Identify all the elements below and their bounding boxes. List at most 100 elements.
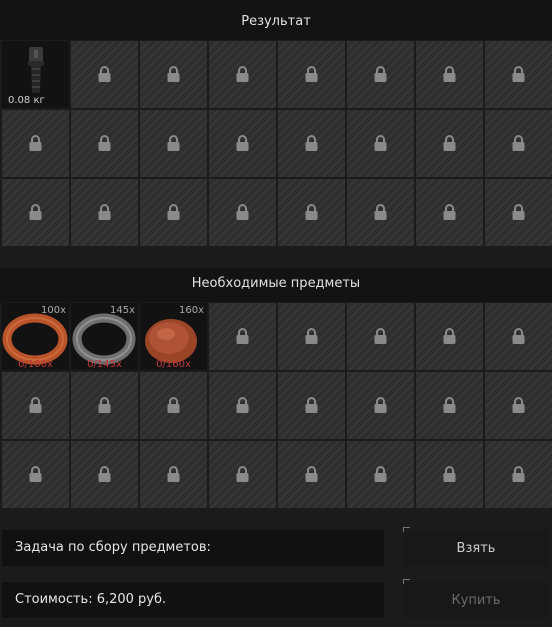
- locked-slot: [347, 441, 414, 508]
- result-header: Результат: [0, 0, 552, 40]
- required-item-slot-3[interactable]: 160x 0/160x: [140, 303, 207, 370]
- required-items-header: Необходимые предметы: [0, 268, 552, 302]
- lock-icon: [29, 204, 42, 220]
- lock-icon: [236, 135, 249, 151]
- locked-slot: [209, 179, 276, 246]
- lock-icon: [443, 466, 456, 482]
- required-count: 145x: [109, 305, 135, 316]
- lock-icon: [374, 135, 387, 151]
- lock-icon: [374, 328, 387, 344]
- lock-icon: [98, 66, 111, 82]
- lock-icon: [29, 135, 42, 151]
- required-progress: 0/100x: [18, 359, 53, 370]
- lock-icon: [512, 328, 525, 344]
- lock-icon: [443, 328, 456, 344]
- lock-icon: [512, 466, 525, 482]
- locked-slot: [278, 41, 345, 108]
- task-label: Задача по сбору предметов:: [2, 530, 384, 566]
- lock-icon: [374, 397, 387, 413]
- locked-slot: [209, 303, 276, 370]
- locked-slot: [209, 41, 276, 108]
- locked-slot: [485, 441, 552, 508]
- locked-slot: [416, 303, 483, 370]
- take-button[interactable]: Взять: [403, 527, 549, 566]
- locked-slot: [347, 41, 414, 108]
- locked-slot: [485, 303, 552, 370]
- item-weight: 0.08 кг: [8, 95, 45, 106]
- required-progress: 0/160x: [156, 359, 191, 370]
- locked-slot: [278, 303, 345, 370]
- locked-slot: [416, 41, 483, 108]
- cost-label: Стоимость: 6,200 руб.: [2, 582, 384, 618]
- lock-icon: [512, 204, 525, 220]
- lock-icon: [167, 397, 180, 413]
- lock-icon: [98, 466, 111, 482]
- locked-slot: [2, 441, 69, 508]
- locked-slot: [2, 372, 69, 439]
- locked-slot: [278, 372, 345, 439]
- lock-icon: [305, 135, 318, 151]
- locked-slot: [140, 41, 207, 108]
- lock-icon: [236, 397, 249, 413]
- locked-slot: [140, 372, 207, 439]
- lock-icon: [305, 66, 318, 82]
- lock-icon: [236, 66, 249, 82]
- lock-icon: [443, 66, 456, 82]
- locked-slot: [347, 303, 414, 370]
- result-item-slot[interactable]: 0.08 кг: [2, 41, 69, 108]
- locked-slot: [278, 110, 345, 177]
- lock-icon: [305, 204, 318, 220]
- lock-icon: [98, 397, 111, 413]
- lock-icon: [167, 466, 180, 482]
- locked-slot: [71, 372, 138, 439]
- buy-button[interactable]: Купить: [403, 579, 549, 618]
- lock-icon: [167, 66, 180, 82]
- locked-slot: [209, 372, 276, 439]
- required-progress: 0/145x: [87, 359, 122, 370]
- locked-slot: [416, 179, 483, 246]
- locked-slot: [278, 179, 345, 246]
- lock-icon: [98, 135, 111, 151]
- lock-icon: [443, 204, 456, 220]
- locked-slot: [485, 41, 552, 108]
- lock-icon: [512, 66, 525, 82]
- lock-icon: [374, 466, 387, 482]
- locked-slot: [140, 179, 207, 246]
- locked-slot: [347, 179, 414, 246]
- required-count: 100x: [40, 305, 66, 316]
- locked-slot: [209, 110, 276, 177]
- lock-icon: [167, 204, 180, 220]
- lock-icon: [167, 135, 180, 151]
- lock-icon: [305, 466, 318, 482]
- locked-slot: [2, 179, 69, 246]
- lock-icon: [98, 204, 111, 220]
- lock-icon: [305, 328, 318, 344]
- locked-slot: [71, 41, 138, 108]
- locked-slot: [416, 372, 483, 439]
- lock-icon: [374, 66, 387, 82]
- lock-icon: [512, 135, 525, 151]
- locked-slot: [485, 110, 552, 177]
- lock-icon: [512, 397, 525, 413]
- locked-slot: [278, 441, 345, 508]
- lock-icon: [29, 466, 42, 482]
- lock-icon: [443, 397, 456, 413]
- locked-slot: [347, 110, 414, 177]
- locked-slot: [71, 179, 138, 246]
- locked-slot: [2, 110, 69, 177]
- required-count: 160x: [178, 305, 204, 316]
- required-item-slot-2[interactable]: 145x 0/145x: [71, 303, 138, 370]
- locked-slot: [416, 441, 483, 508]
- locked-slot: [347, 372, 414, 439]
- lock-icon: [305, 397, 318, 413]
- locked-slot: [71, 441, 138, 508]
- locked-slot: [416, 110, 483, 177]
- locked-slot: [485, 179, 552, 246]
- lock-icon: [236, 466, 249, 482]
- lock-icon: [374, 204, 387, 220]
- lock-icon: [236, 328, 249, 344]
- lock-icon: [443, 135, 456, 151]
- required-item-slot-1[interactable]: 100x 0/100x: [2, 303, 69, 370]
- lock-icon: [29, 397, 42, 413]
- locked-slot: [140, 110, 207, 177]
